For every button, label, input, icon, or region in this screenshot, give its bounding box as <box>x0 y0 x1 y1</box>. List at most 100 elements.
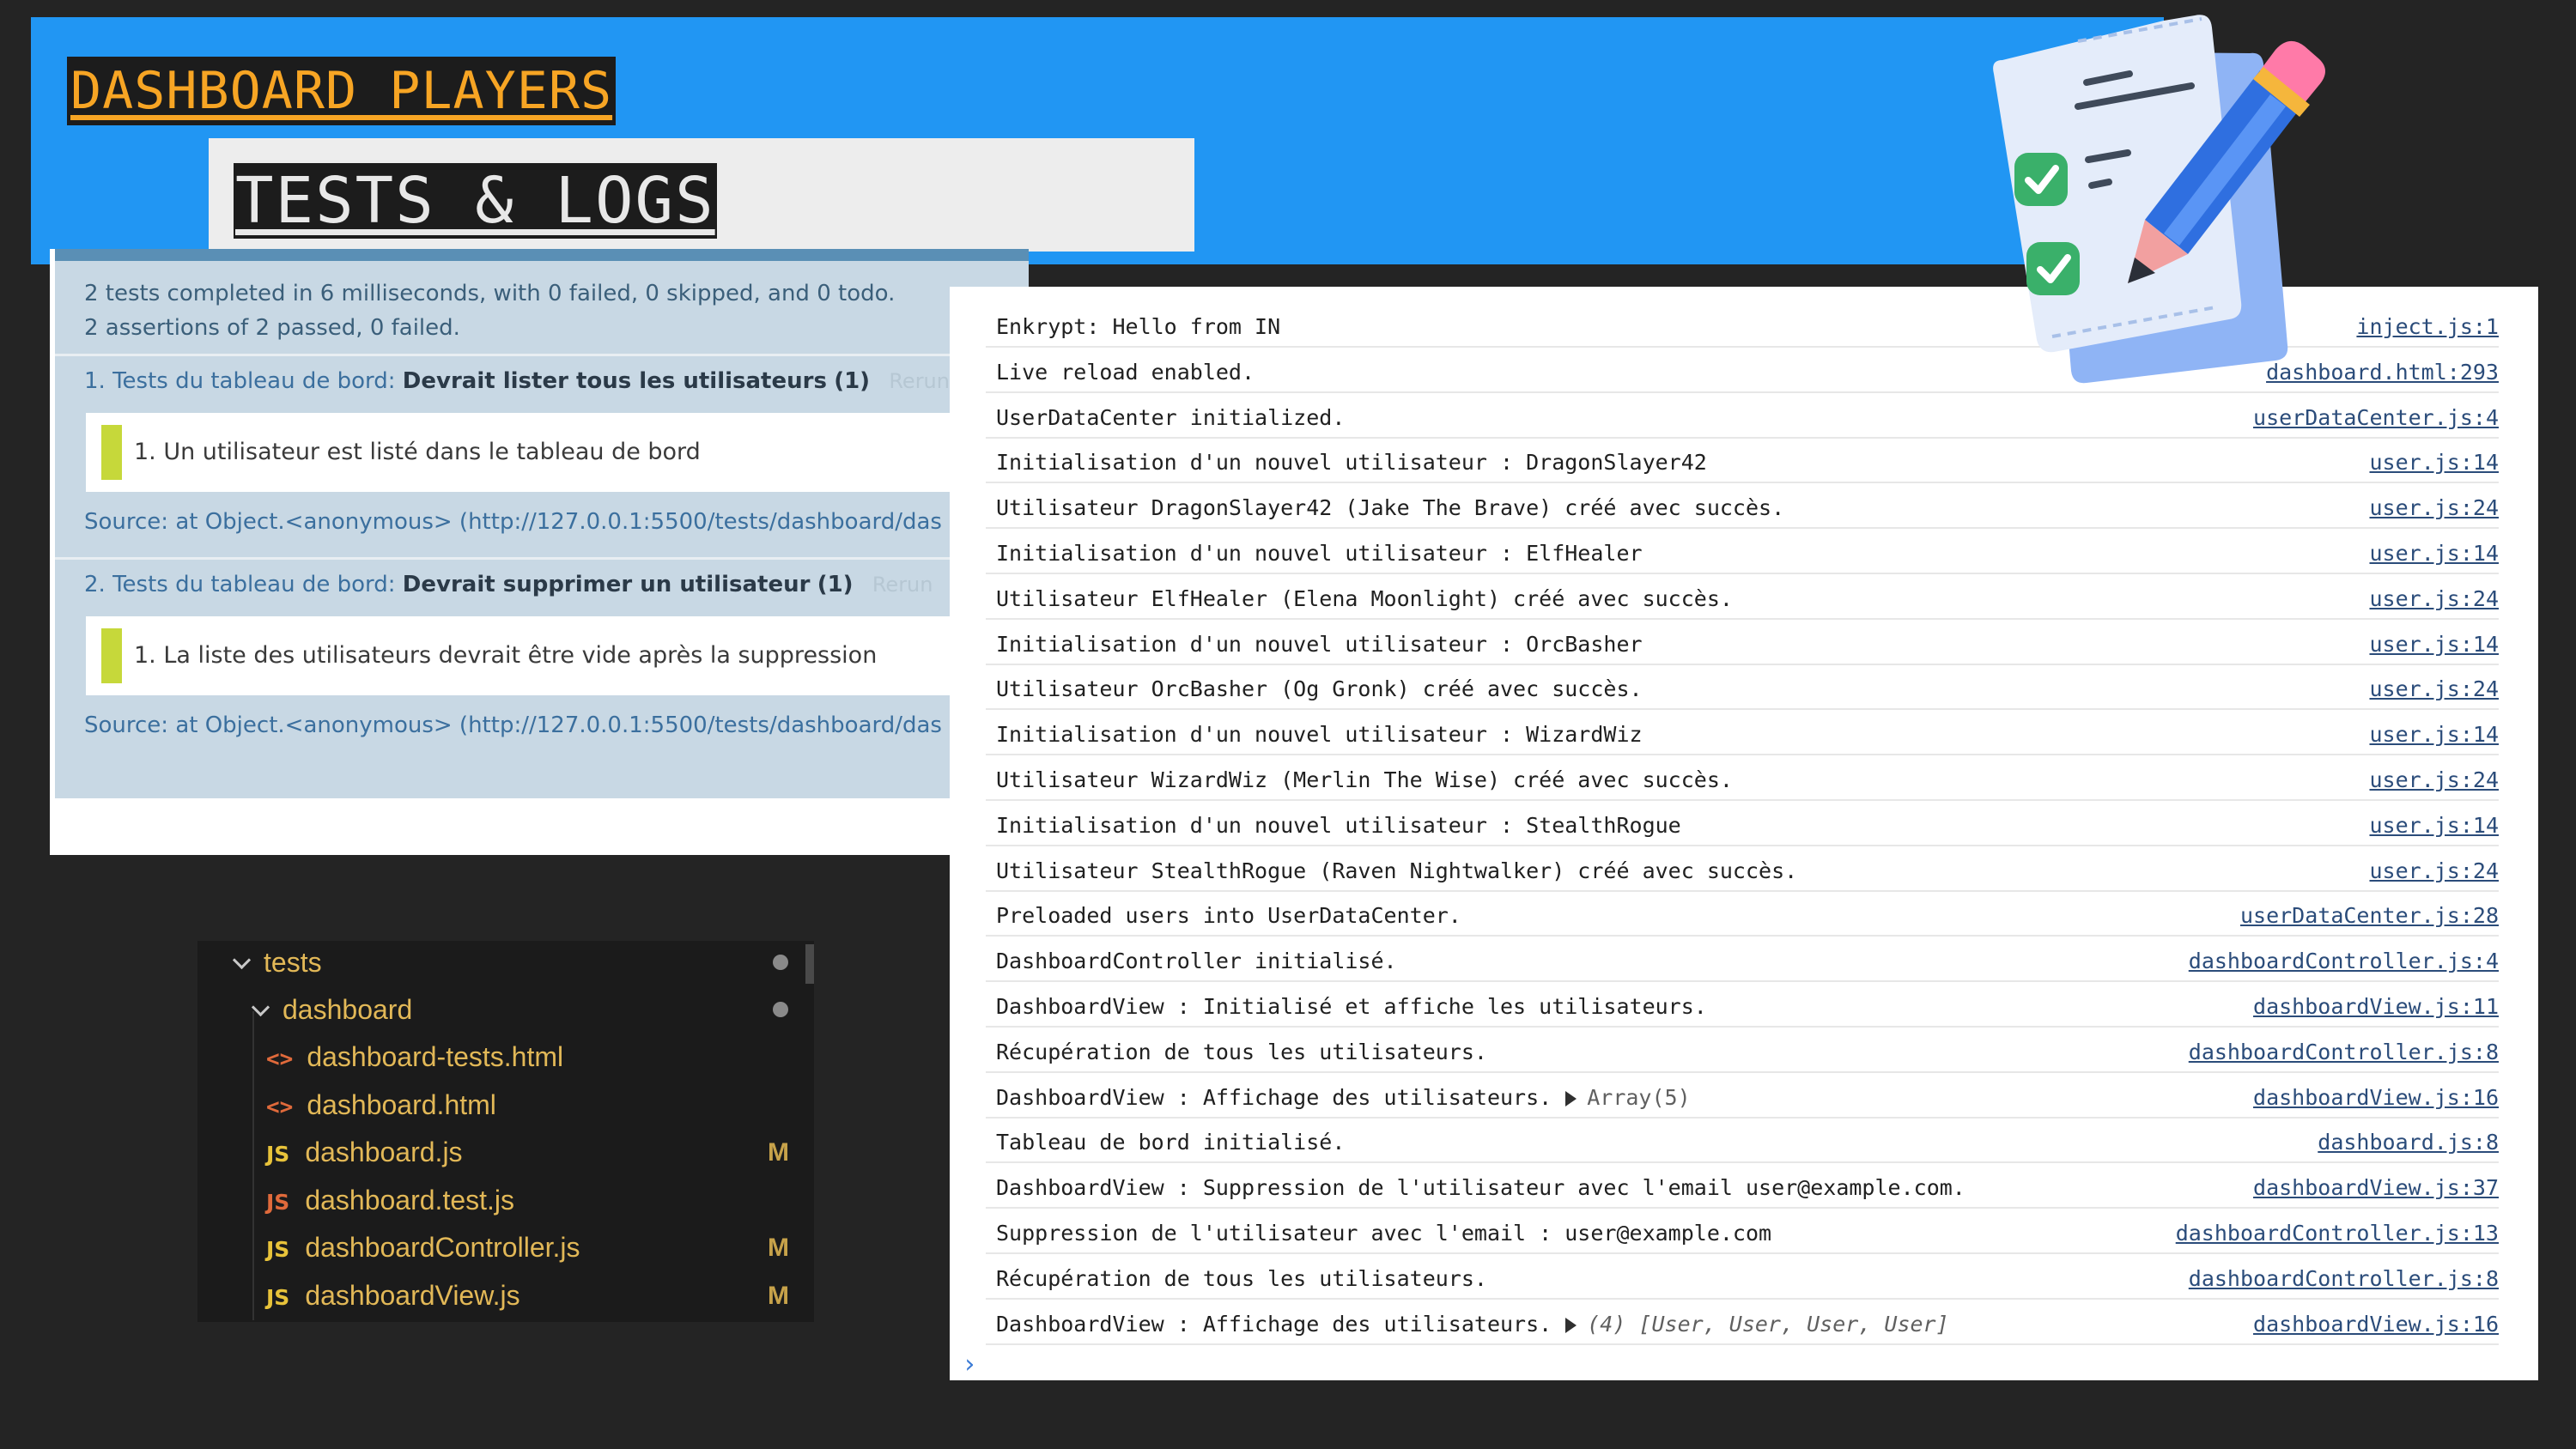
source-link[interactable]: dashboardView.js:16 <box>2253 1312 2499 1337</box>
source-link[interactable]: user.js:24 <box>2369 767 2499 792</box>
chevron-down-icon <box>251 997 270 1017</box>
source-link[interactable]: dashboardView.js:16 <box>2253 1085 2499 1110</box>
test-module: 2. Tests du tableau de bord: <box>84 572 396 597</box>
folder-tests[interactable]: tests <box>232 939 322 986</box>
console-message-text: Initialisation d'un nouvel utilisateur :… <box>996 812 1681 838</box>
source-link[interactable]: user.js:14 <box>2369 541 2499 566</box>
console-log-row: DashboardView : Affichage des utilisateu… <box>986 1300 2499 1345</box>
console-log-row: Initialisation d'un nouvel utilisateur :… <box>986 801 2499 846</box>
console-message: Récupération de tous les utilisateurs. <box>996 1040 1487 1064</box>
file-label: dashboardController.js <box>305 1232 580 1263</box>
console-log-row: Récupération de tous les utilisateurs. da… <box>986 1254 2499 1300</box>
console-log-row: Utilisateur StealthRogue (Raven Nightwal… <box>986 846 2499 892</box>
source-link[interactable]: userDataCenter.js:28 <box>2240 903 2499 928</box>
test-count: (1) <box>817 572 854 597</box>
file-item[interactable]: JS dashboard.js <box>266 1129 463 1176</box>
console-log-row: Utilisateur ElfHealer (Elena Moonlight) … <box>986 574 2499 620</box>
file-item[interactable]: JS dashboardView.js <box>266 1272 520 1319</box>
console-message: Utilisateur DragonSlayer42 (Jake The Bra… <box>996 495 1784 520</box>
check-icon <box>2026 242 2080 295</box>
js-file-icon: JS <box>266 1142 290 1167</box>
console-message-text: Initialisation d'un nouvel utilisateur :… <box>996 631 1643 657</box>
source-link[interactable]: user.js:14 <box>2369 813 2499 838</box>
console-message: Initialisation d'un nouvel utilisateur :… <box>996 541 1643 566</box>
console-message: Utilisateur WizardWiz (Merlin The Wise) … <box>996 767 1733 792</box>
console-object-preview[interactable]: Array(5) <box>1587 1085 1690 1110</box>
scrollbar[interactable] <box>805 944 814 984</box>
expand-triangle-icon[interactable] <box>1565 1317 1577 1333</box>
source-link[interactable]: dashboardController.js:13 <box>2176 1221 2499 1246</box>
source-link[interactable]: user.js:24 <box>2369 495 2499 520</box>
console-message: Initialisation d'un nouvel utilisateur :… <box>996 722 1643 747</box>
console-message: Preloaded users into UserDataCenter. <box>996 903 1461 928</box>
file-item[interactable]: <> dashboard-tests.html <box>266 1034 563 1081</box>
source-link[interactable]: user.js:14 <box>2369 722 2499 747</box>
console-log-row: DashboardView : Affichage des utilisateu… <box>986 1073 2499 1119</box>
chevron-down-icon <box>232 950 252 970</box>
console-message: Tableau de bord initialisé. <box>996 1130 1345 1155</box>
source-link[interactable]: dashboardController.js:8 <box>2189 1040 2499 1064</box>
console-message-text: DashboardView : Affichage des utilisateu… <box>996 1311 1552 1337</box>
summary-line-tests: 2 tests completed in 6 milliseconds, wit… <box>84 281 896 306</box>
console-message: Enkrypt: Hello from IN <box>996 314 1280 339</box>
source-link[interactable]: user.js:24 <box>2369 586 2499 611</box>
source-link[interactable]: user.js:24 <box>2369 858 2499 883</box>
test-name: Devrait lister tous les utilisateurs <box>402 368 827 394</box>
rerun-link[interactable]: Rerun <box>889 369 950 393</box>
source-link[interactable]: dashboardView.js:11 <box>2253 994 2499 1019</box>
source-link[interactable]: dashboardController.js:4 <box>2189 949 2499 973</box>
source-link[interactable]: dashboard.js:8 <box>2318 1130 2499 1155</box>
console-message: Utilisateur ElfHealer (Elena Moonlight) … <box>996 586 1733 611</box>
console-log-row: DashboardView : Suppression de l'utilisa… <box>986 1163 2499 1210</box>
console-log-row: Preloaded users into UserDataCenter. user… <box>986 891 2499 937</box>
source-link[interactable]: user.js:24 <box>2369 676 2499 701</box>
console-log-row: Suppression de l'utilisateur avec l'emai… <box>986 1209 2499 1254</box>
console-message: Utilisateur OrcBasher (Og Gronk) créé av… <box>996 676 1643 701</box>
test-header[interactable]: 2. Tests du tableau de bord: Devrait sup… <box>55 560 1029 616</box>
modified-flag: M <box>768 1281 789 1310</box>
js-test-file-icon: JS <box>266 1189 290 1215</box>
console-message-text: Utilisateur StealthRogue (Raven Nightwal… <box>996 858 1798 883</box>
source-link[interactable]: user.js:14 <box>2369 450 2499 475</box>
file-item[interactable]: JS dashboard.test.js <box>266 1177 514 1224</box>
expand-triangle-icon[interactable] <box>1565 1090 1577 1106</box>
source-link[interactable]: userDataCenter.js:4 <box>2253 405 2499 430</box>
test-header[interactable]: 1. Tests du tableau de bord: Devrait lis… <box>55 356 1029 413</box>
console-message-text: Initialisation d'un nouvel utilisateur :… <box>996 541 1643 566</box>
modified-dot <box>773 955 788 970</box>
test-count: (1) <box>834 368 871 394</box>
console-message-text: Utilisateur ElfHealer (Elena Moonlight) … <box>996 585 1733 611</box>
html-file-icon: <> <box>266 1046 294 1072</box>
folder-label: tests <box>264 947 322 978</box>
source-link[interactable]: user.js:14 <box>2369 632 2499 657</box>
assertion-text: 1. Un utilisateur est listé dans le tabl… <box>134 439 701 465</box>
folder-dashboard[interactable]: dashboard <box>251 986 412 1034</box>
console-object-preview[interactable]: (4) [User, User, User, User] <box>1587 1312 1948 1337</box>
console-message: Initialisation d'un nouvel utilisateur :… <box>996 632 1643 657</box>
js-file-icon: JS <box>266 1284 290 1310</box>
source-link[interactable]: dashboardView.js:37 <box>2253 1175 2499 1200</box>
console-message-text: DashboardView : Affichage des utilisateu… <box>996 1084 1552 1110</box>
console-message-text: Initialisation d'un nouvel utilisateur :… <box>996 722 1643 748</box>
rerun-link[interactable]: Rerun <box>872 573 933 597</box>
test-name: Devrait supprimer un utilisateur <box>402 572 811 597</box>
console-message-text: Live reload enabled. <box>996 359 1255 385</box>
file-label: dashboard.html <box>307 1088 496 1120</box>
html-file-icon: <> <box>266 1094 294 1120</box>
test-item[interactable]: 1. Tests du tableau de bord: Devrait lis… <box>55 356 1029 557</box>
test-source: Source: at Object.<anonymous> (http://12… <box>84 509 942 535</box>
source-link[interactable]: inject.js:1 <box>2356 314 2499 339</box>
pass-indicator <box>101 628 122 683</box>
console-log-row: Initialisation d'un nouvel utilisateur :… <box>986 710 2499 756</box>
console-message: Suppression de l'utilisateur avec l'emai… <box>996 1221 1771 1246</box>
file-item[interactable]: <> dashboard.html <box>266 1082 496 1129</box>
console-prompt[interactable]: › <box>962 1349 977 1379</box>
console-message: UserDataCenter initialized. <box>996 405 1345 430</box>
console-message-text: Récupération de tous les utilisateurs. <box>996 1039 1487 1064</box>
console-message: DashboardController initialisé. <box>996 949 1397 973</box>
modified-dot <box>773 1002 788 1017</box>
console-message: Utilisateur StealthRogue (Raven Nightwal… <box>996 858 1797 883</box>
file-item[interactable]: JS dashboardController.js <box>266 1224 580 1271</box>
test-item[interactable]: 2. Tests du tableau de bord: Devrait sup… <box>55 560 1029 761</box>
source-link[interactable]: dashboardController.js:8 <box>2189 1266 2499 1291</box>
